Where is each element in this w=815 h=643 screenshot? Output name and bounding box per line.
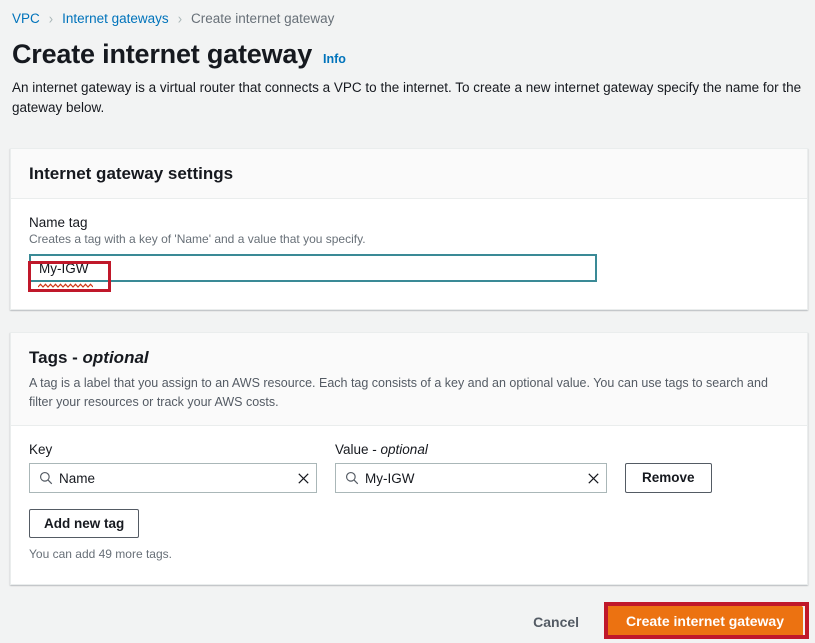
breadcrumb-item-vpc[interactable]: VPC <box>12 11 40 26</box>
clear-tag-key-button[interactable] <box>290 464 316 492</box>
page-description: An internet gateway is a virtual router … <box>12 80 802 116</box>
tags-card-description: A tag is a label that you assign to an A… <box>29 376 768 409</box>
search-icon <box>345 471 359 485</box>
tag-row: Key Name Value - optional My-IGW Remove <box>29 442 789 493</box>
breadcrumb-item-current: Create internet gateway <box>191 10 335 26</box>
tags-title-optional: optional <box>82 348 149 367</box>
tag-value-label-optional: optional <box>380 442 428 457</box>
chevron-right-icon: › <box>48 9 54 27</box>
tag-value-label: Value - optional <box>335 442 607 457</box>
settings-card-body: Name tag Creates a tag with a key of 'Na… <box>11 199 807 298</box>
tag-key-label: Key <box>29 442 53 457</box>
search-icon <box>39 471 53 485</box>
tags-title-text: Tags <box>29 348 68 367</box>
breadcrumb-item-internet-gateways[interactable]: Internet gateways <box>62 11 169 26</box>
page-title: Create internet gateway <box>12 39 313 69</box>
tag-value-label-text: Value <box>335 442 369 457</box>
name-tag-input[interactable] <box>29 254 597 282</box>
form-actions-footer: Cancel Create internet gateway <box>0 600 815 643</box>
tag-value-column: Value - optional <box>335 442 607 493</box>
tags-title-dash: - <box>67 348 83 367</box>
remove-tag-button[interactable]: Remove <box>625 463 712 493</box>
tags-card-header: Tags - optional A tag is a label that yo… <box>11 333 807 426</box>
chevron-right-icon: › <box>177 9 183 27</box>
breadcrumb: VPC › Internet gateways › Create interne… <box>0 0 815 29</box>
name-tag-label: Name tag <box>29 215 88 230</box>
tags-card-title: Tags - optional <box>29 348 789 368</box>
settings-card-title: Internet gateway settings <box>29 164 234 183</box>
tag-action-column: Remove <box>625 442 712 493</box>
create-internet-gateway-button[interactable]: Create internet gateway <box>607 606 803 637</box>
tag-key-input[interactable] <box>59 470 290 486</box>
add-new-tag-button[interactable]: Add new tag <box>29 509 140 538</box>
tag-value-input[interactable] <box>365 470 580 486</box>
page-title-row: Create internet gateway Info <box>0 29 815 69</box>
tags-card: Tags - optional A tag is a label that yo… <box>10 332 808 585</box>
tag-value-field[interactable] <box>335 463 607 493</box>
name-tag-hint: Creates a tag with a key of 'Name' and a… <box>29 232 366 246</box>
tag-key-column: Key <box>29 442 317 493</box>
tags-card-body: Key Name Value - optional My-IGW Remove … <box>11 426 807 577</box>
cancel-button[interactable]: Cancel <box>519 614 593 630</box>
tag-value-label-dash: - <box>368 442 381 457</box>
clear-tag-value-button[interactable] <box>580 464 606 492</box>
info-link[interactable]: Info <box>323 52 346 66</box>
settings-card-header: Internet gateway settings <box>11 149 807 198</box>
tags-remaining-helper-text: You can add 49 more tags. <box>29 547 172 561</box>
tag-key-field[interactable] <box>29 463 317 493</box>
internet-gateway-settings-card: Internet gateway settings Name tag Creat… <box>10 148 808 310</box>
